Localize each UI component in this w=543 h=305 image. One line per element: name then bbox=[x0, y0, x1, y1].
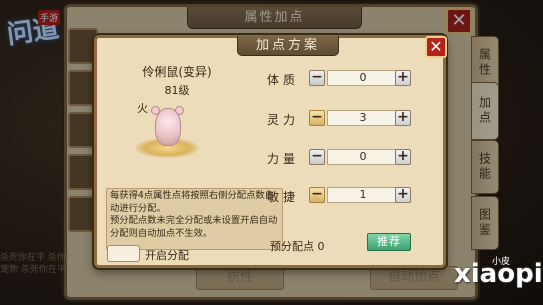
strength-value: 0 bbox=[327, 149, 399, 165]
agility-value: 1 bbox=[327, 187, 399, 203]
constitution-minus-button[interactable]: − bbox=[309, 70, 325, 86]
spirit-plus-button[interactable]: + bbox=[395, 110, 411, 126]
spirit-value: 3 bbox=[327, 110, 399, 126]
strength-minus-button[interactable]: − bbox=[309, 149, 325, 165]
agility-plus-button[interactable]: + bbox=[395, 187, 411, 203]
constitution-plus-button[interactable]: + bbox=[395, 70, 411, 86]
remaining-points-label: 预分配点 0 bbox=[270, 240, 325, 253]
pet-level: 81级 bbox=[164, 84, 190, 97]
stat-label-strength: 力量 bbox=[267, 152, 300, 166]
recommend-button[interactable]: 推荐 bbox=[367, 233, 411, 251]
stat-label-agility: 敏捷 bbox=[267, 190, 300, 204]
spirit-minus-button[interactable]: − bbox=[309, 110, 325, 126]
stat-label-constitution: 体质 bbox=[267, 73, 300, 87]
strength-plus-button[interactable]: + bbox=[395, 149, 411, 165]
point-plan-title: 加点方案 bbox=[237, 36, 339, 56]
agility-minus-button[interactable]: − bbox=[309, 187, 325, 203]
pet-name: 伶俐鼠(变异) bbox=[142, 65, 212, 79]
auto-allocate-toggle[interactable] bbox=[107, 245, 140, 262]
pet-portrait bbox=[155, 108, 181, 146]
site-watermark-small: 小皮 bbox=[492, 257, 511, 267]
pet-element: 火 bbox=[137, 102, 148, 115]
point-plan-dialog: 加点方案 ✕ 伶俐鼠(变异) 81级 火 每获得4点属性点将按照右侧分配点数自动… bbox=[94, 35, 447, 268]
point-plan-close-button[interactable]: ✕ bbox=[425, 36, 447, 58]
stat-label-spirit: 灵力 bbox=[267, 113, 300, 127]
allocation-description: 每获得4点属性点将按照右侧分配点数自动进行分配。 预分配点数未完全分配或未设置开… bbox=[106, 188, 283, 250]
auto-allocate-label: 开启分配 bbox=[145, 249, 189, 262]
constitution-value: 0 bbox=[327, 70, 399, 86]
